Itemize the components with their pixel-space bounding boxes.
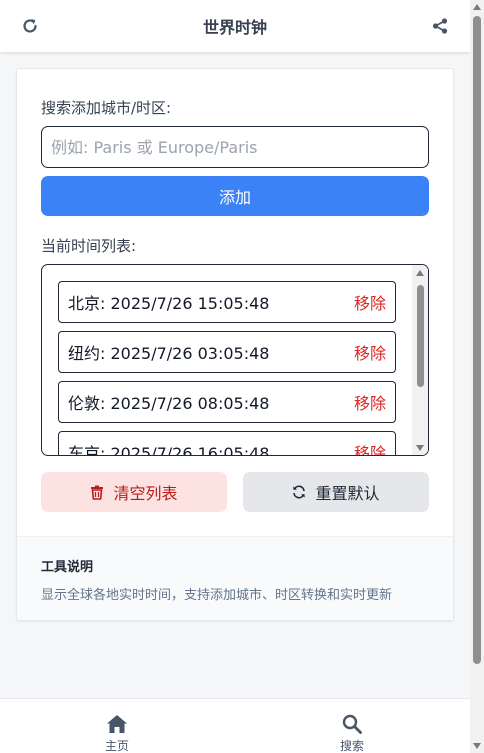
remove-button[interactable]: 移除 (354, 290, 386, 314)
list-label: 当前时间列表: (41, 237, 137, 255)
scrollbar-thumb[interactable] (473, 16, 481, 664)
time-text: 北京: 2025/7/26 15:05:48 (68, 294, 270, 313)
scroll-down-arrow-icon[interactable] (473, 743, 481, 749)
nav-label-home: 主页 (104, 739, 129, 753)
nav-label-search: 搜索 (339, 739, 364, 753)
list-item: 伦敦: 2025/7/26 08:05:48 移除 (58, 381, 396, 423)
nav-item-home[interactable]: 主页 (67, 699, 167, 753)
list-scroll-up-icon[interactable] (416, 270, 424, 276)
app-header: 世界时钟 (0, 0, 470, 52)
search-icon (342, 714, 362, 734)
time-text: 伦敦: 2025/7/26 08:05:48 (68, 394, 270, 413)
reset-default-button[interactable]: 重置默认 (243, 472, 429, 512)
trash-icon (91, 485, 104, 500)
time-text: 东京: 2025/7/26 16:05:48 (68, 444, 270, 456)
scroll-up-arrow-icon[interactable] (473, 4, 481, 10)
clear-list-button[interactable]: 清空列表 (41, 472, 227, 512)
search-input[interactable] (41, 126, 429, 168)
list-scroll-down-icon[interactable] (416, 445, 424, 451)
refresh-icon[interactable] (20, 16, 40, 36)
home-icon (107, 715, 127, 733)
page-scrollbar[interactable] (470, 0, 484, 753)
clock-card: 搜索添加城市/时区: 添加 当前时间列表: 北京: 2025/7/26 15:0… (16, 68, 454, 621)
info-description: 显示全球各地实时时间，支持添加城市、时区转换和实时更新 (41, 588, 393, 603)
list-scrollbar[interactable] (412, 265, 428, 455)
list-item: 东京: 2025/7/26 16:05:48 移除 (58, 431, 396, 456)
remove-button[interactable]: 移除 (354, 390, 386, 414)
reset-default-label: 重置默认 (315, 484, 380, 503)
sync-icon (293, 485, 306, 499)
share-icon[interactable] (430, 16, 450, 36)
clear-list-label: 清空列表 (113, 484, 178, 503)
list-item: 北京: 2025/7/26 15:05:48 移除 (58, 281, 396, 323)
remove-button[interactable]: 移除 (354, 440, 386, 455)
info-title: 工具说明 (41, 560, 94, 575)
add-button[interactable]: 添加 (41, 176, 429, 216)
list-item: 纽约: 2025/7/26 03:05:48 移除 (58, 331, 396, 373)
tool-info-panel: 工具说明 显示全球各地实时时间，支持添加城市、时区转换和实时更新 (17, 536, 453, 620)
page-title: 世界时钟 (202, 18, 267, 37)
time-text: 纽约: 2025/7/26 03:05:48 (68, 344, 270, 363)
nav-item-search[interactable]: 搜索 (302, 699, 402, 753)
list-scrollbar-thumb[interactable] (417, 285, 424, 387)
search-label: 搜索添加城市/时区: (41, 99, 172, 117)
time-list[interactable]: 北京: 2025/7/26 15:05:48 移除 纽约: 2025/7/26 … (41, 264, 429, 456)
bottom-nav: 主页 搜索 (0, 698, 470, 753)
remove-button[interactable]: 移除 (354, 340, 386, 364)
